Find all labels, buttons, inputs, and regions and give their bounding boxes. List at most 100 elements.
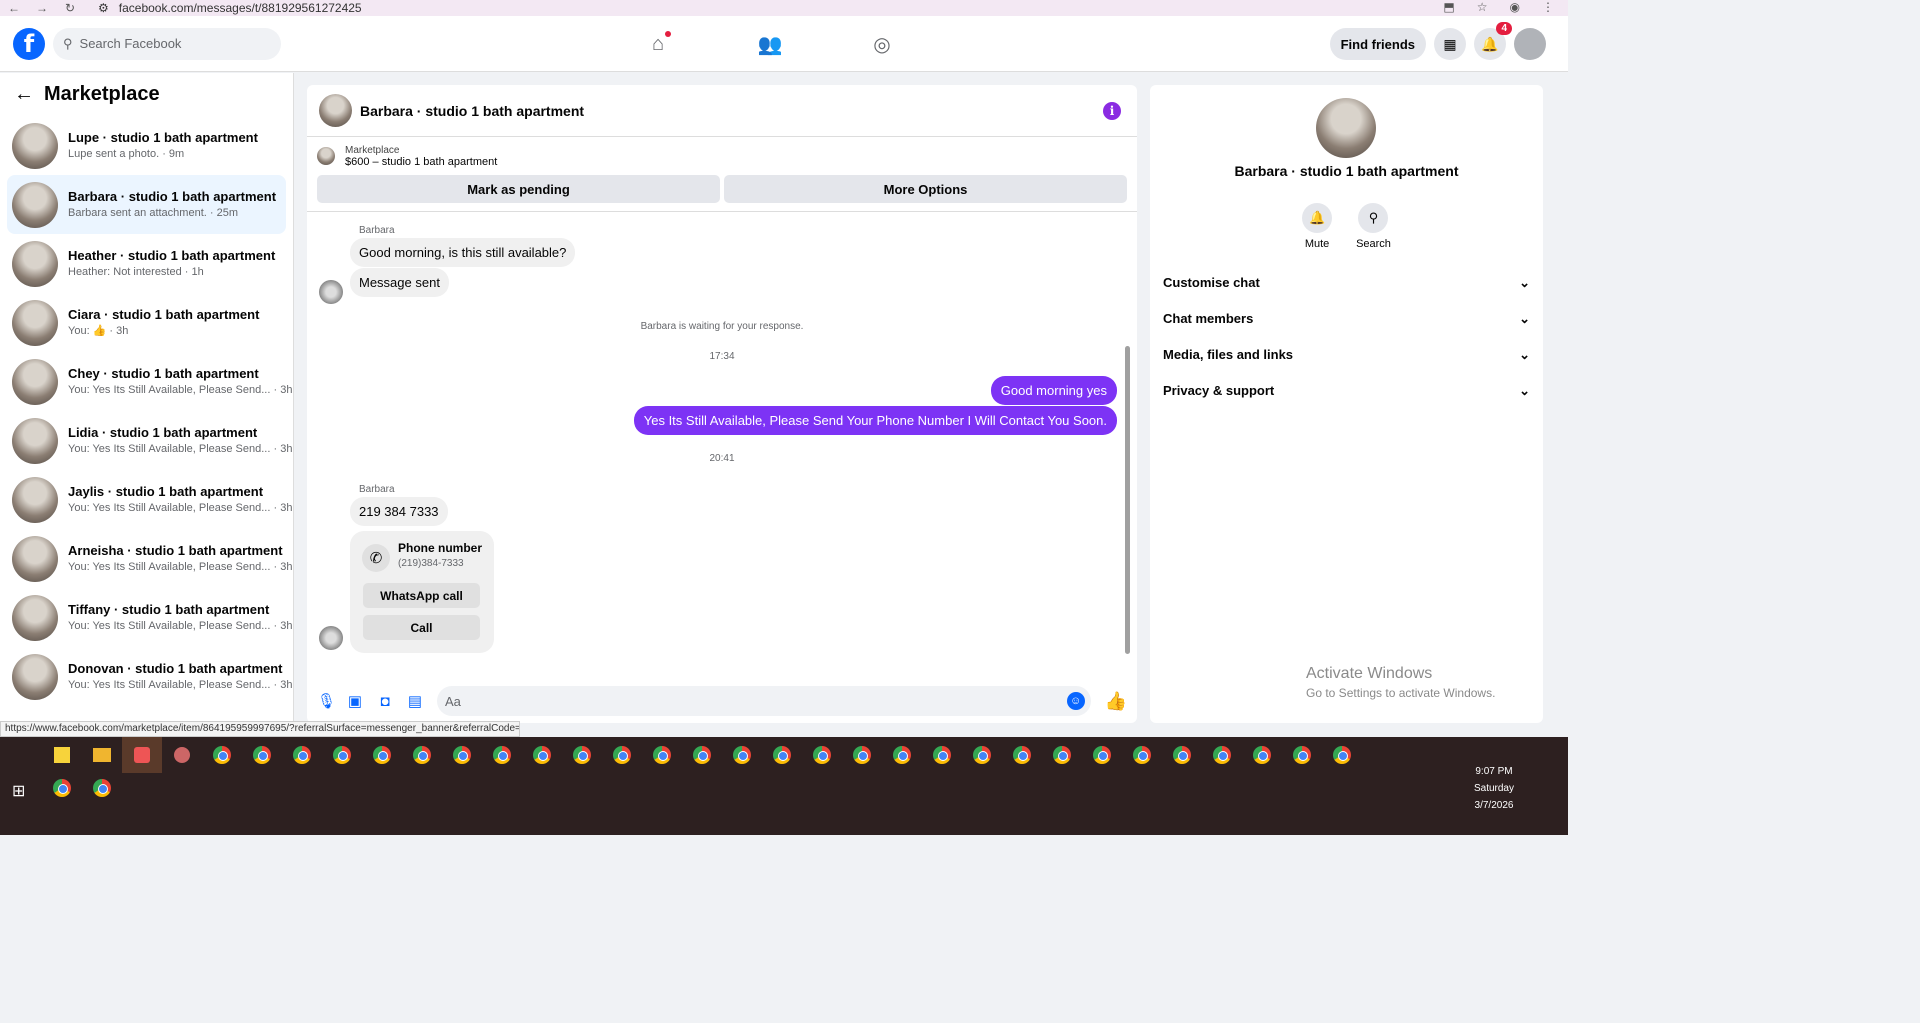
chrome-icon[interactable] [882, 737, 922, 773]
friends-icon[interactable]: 👥 [742, 28, 798, 60]
windows-start-icon[interactable]: ⊞ [12, 781, 25, 801]
conversation-item[interactable]: Tiffany · studio 1 bath apartment You: Ye… [7, 588, 292, 647]
outgoing-message[interactable]: Yes Its Still Available, Please Send You… [633, 406, 1117, 435]
listing-banner[interactable]: Marketplace $600 – studio 1 bath apartme… [307, 137, 1137, 175]
conversation-item-active[interactable]: Barbara · studio 1 bath apartment Barbara… [7, 175, 286, 234]
install-icon[interactable]: ⬒ [1443, 0, 1454, 14]
groups-icon[interactable]: ◎ [854, 28, 910, 60]
chat-avatar[interactable] [319, 94, 352, 127]
conversation-item[interactable]: Donovan · studio 1 bath apartment You: Ye… [7, 647, 292, 706]
chrome-icon[interactable] [722, 737, 762, 773]
listing-thumbnail [12, 181, 58, 228]
chrome-icon[interactable] [562, 737, 602, 773]
outgoing-message[interactable]: Good morning yes [990, 376, 1117, 405]
microphone-icon[interactable]: 🎙 [317, 692, 336, 710]
sticky-notes-icon[interactable] [42, 737, 82, 773]
app-icon[interactable] [122, 737, 162, 773]
back-icon[interactable]: ← [0, 1, 28, 15]
site-info-icon[interactable]: ⚙ [98, 1, 109, 15]
mute-action[interactable]: 🔔 Mute [1302, 203, 1333, 250]
incoming-message[interactable]: 219 384 7333 [350, 497, 448, 526]
conversation-item[interactable]: Heather · studio 1 bath apartment Heather… [7, 234, 286, 293]
star-icon[interactable]: ☆ [1477, 0, 1488, 14]
chrome-icon[interactable] [522, 737, 562, 773]
listing-thumbnail [12, 653, 58, 700]
chrome-icon[interactable] [322, 737, 362, 773]
chrome-icon[interactable] [242, 737, 282, 773]
chrome-icon[interactable] [442, 737, 482, 773]
conversation-item[interactable]: Jaylis · studio 1 bath apartment You: Yes… [7, 470, 292, 529]
facebook-logo-icon[interactable]: f [13, 27, 45, 60]
chat-title[interactable]: Barbara · studio 1 bath apartment [360, 103, 584, 119]
mark-as-pending-button[interactable]: Mark as pending [317, 175, 720, 203]
account-avatar[interactable] [1514, 28, 1546, 60]
address-bar[interactable]: ⚙ facebook.com/messages/t/88192956127242… [98, 1, 362, 15]
chrome-icon[interactable] [1122, 737, 1162, 773]
phone-icon: ✆ [362, 544, 390, 572]
photo-icon[interactable]: ▣ [347, 692, 363, 710]
customise-chat-section[interactable]: Customise chat ⌄ [1163, 275, 1530, 291]
notifications-icon[interactable]: 🔔 4 [1474, 22, 1512, 60]
message-input[interactable]: Aa ☺ [437, 686, 1091, 716]
app-icon[interactable] [162, 737, 202, 773]
thumbs-up-icon[interactable]: 👍 [1105, 691, 1127, 712]
conversation-item[interactable]: Lupe · studio 1 bath apartment Lupe sent … [7, 116, 286, 175]
chrome-icon[interactable] [762, 737, 802, 773]
info-icon[interactable]: i [1103, 102, 1121, 120]
chat-members-section[interactable]: Chat members ⌄ [1163, 311, 1530, 327]
message-scrollbar[interactable] [1124, 218, 1131, 658]
sender-avatar[interactable] [319, 280, 343, 304]
incoming-message[interactable]: Good morning, is this still available? [350, 238, 576, 267]
sticker-icon[interactable]: ◘ [377, 693, 393, 710]
gif-icon[interactable]: ▤ [407, 692, 423, 710]
sender-avatar[interactable] [319, 626, 343, 650]
whatsapp-call-button[interactable]: WhatsApp call [363, 583, 480, 608]
search-input[interactable]: ⚲ Search Facebook [53, 27, 281, 60]
scrollbar-thumb[interactable] [1125, 346, 1130, 654]
menu-icon[interactable]: ⋮ [1542, 0, 1554, 14]
menu-grid-icon[interactable]: ▦ [1434, 28, 1466, 60]
chrome-icon[interactable] [1002, 737, 1042, 773]
chrome-icon[interactable] [482, 737, 522, 773]
reload-icon[interactable]: ↻ [56, 1, 84, 15]
chrome-icon[interactable] [842, 737, 882, 773]
back-arrow-icon[interactable]: ← [14, 83, 34, 106]
chrome-icon[interactable] [282, 737, 322, 773]
conversation-item[interactable]: Arneisha · studio 1 bath apartment You: Y… [7, 529, 292, 588]
forward-icon[interactable]: → [28, 1, 56, 15]
file-explorer-icon[interactable] [82, 737, 122, 773]
privacy-support-section[interactable]: Privacy & support ⌄ [1163, 383, 1530, 399]
chrome-icon[interactable] [962, 737, 1002, 773]
chrome-icon[interactable] [202, 737, 242, 773]
chrome-icon[interactable] [922, 737, 962, 773]
chat-profile-picture[interactable] [1316, 98, 1376, 158]
call-button[interactable]: Call [363, 615, 480, 640]
chrome-icon[interactable] [1242, 737, 1282, 773]
media-files-links-section[interactable]: Media, files and links ⌄ [1163, 347, 1530, 363]
find-friends-button[interactable]: Find friends [1329, 28, 1426, 60]
emoji-icon[interactable]: ☺ [1066, 692, 1085, 710]
chrome-icon[interactable] [1322, 737, 1362, 773]
conversation-item[interactable]: Lidia · studio 1 bath apartment You: Yes … [7, 411, 292, 470]
chrome-icon[interactable] [42, 770, 82, 806]
chrome-icon[interactable] [802, 737, 842, 773]
chrome-icon[interactable] [1282, 737, 1322, 773]
profile-icon[interactable]: ◉ [1510, 0, 1520, 14]
chrome-icon[interactable] [602, 737, 642, 773]
chrome-icon[interactable] [1042, 737, 1082, 773]
chrome-icon[interactable] [1202, 737, 1242, 773]
chrome-icon[interactable] [642, 737, 682, 773]
chrome-icon[interactable] [682, 737, 722, 773]
more-options-button[interactable]: More Options [724, 175, 1127, 203]
chrome-icon[interactable] [1082, 737, 1122, 773]
incoming-message[interactable]: Message sent [350, 268, 449, 297]
chrome-icon[interactable] [402, 737, 442, 773]
chrome-icon[interactable] [362, 737, 402, 773]
home-icon[interactable]: ⌂ [630, 28, 686, 60]
search-action[interactable]: ⚲ Search [1356, 203, 1391, 250]
chrome-icon[interactable] [82, 770, 122, 806]
conversation-item[interactable]: Ciara · studio 1 bath apartment You: 👍 · … [7, 293, 286, 352]
chrome-icon[interactable] [1162, 737, 1202, 773]
conversation-item[interactable]: Chey · studio 1 bath apartment You: Yes I… [7, 352, 292, 411]
system-clock[interactable]: 9:07 PM Saturday 3/7/2026 [1474, 763, 1514, 814]
